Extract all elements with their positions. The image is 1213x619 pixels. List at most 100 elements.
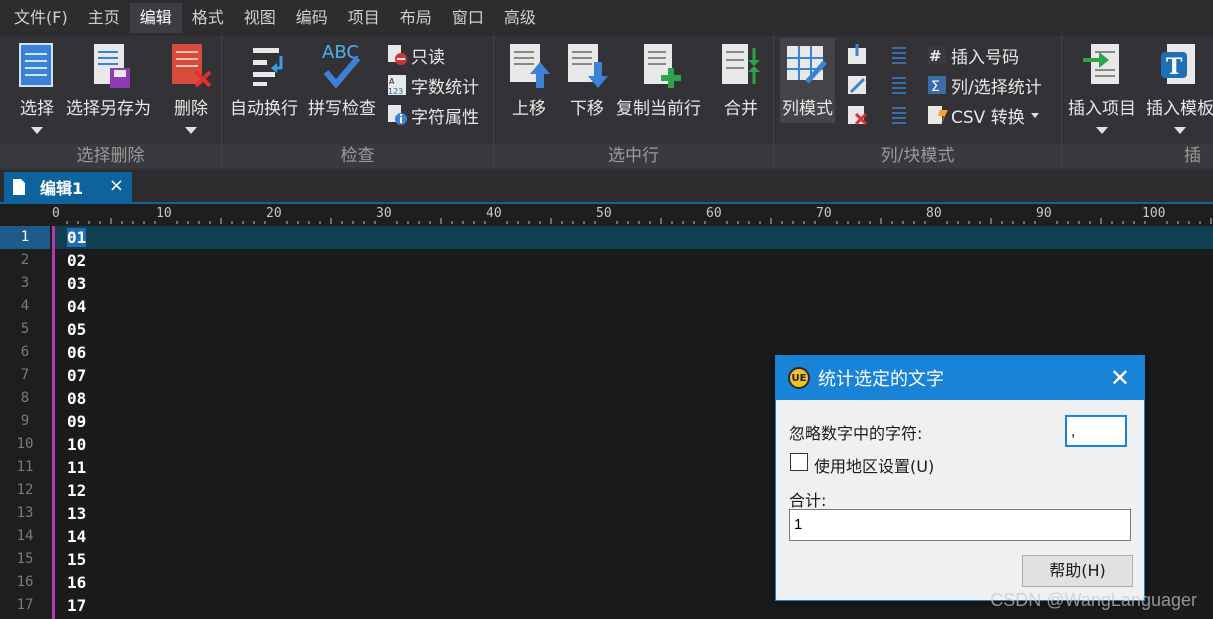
select-icon [14, 42, 60, 90]
line-number: 4 [20, 298, 30, 314]
spell-check-button[interactable]: ABC 拼写检查 [308, 42, 376, 119]
move-up-icon [506, 42, 552, 90]
menu-layout[interactable]: 布局 [390, 3, 442, 33]
group-label-check: 检查 [222, 144, 493, 168]
ignore-chars-input[interactable]: , [1065, 415, 1127, 447]
total-label: 合计: [789, 491, 827, 510]
line-number: 12 [16, 482, 34, 498]
line-number: 15 [16, 551, 34, 567]
line-number: 17 [16, 597, 34, 613]
select-dropdown-arrow[interactable] [31, 127, 43, 134]
line-text: 12 [67, 481, 87, 500]
insert-number-button[interactable]: # 插入号码 [926, 42, 1019, 68]
ribbon: 选择 选择另存为 删除 选择删除 自动换行 ABC 拼写检查 只读 A 123 … [0, 36, 1213, 170]
ribbon-group-check: 自动换行 ABC 拼写检查 只读 A 123 字数统计 字符属性 检查 [222, 36, 494, 170]
insert-item-button[interactable]: 插入项目 [1068, 42, 1136, 134]
code-line: 05 [55, 318, 1213, 341]
csv-convert-button[interactable]: CSV 转换 [926, 102, 1039, 128]
line-text: 16 [67, 573, 87, 592]
insert-template-button[interactable]: T 插入模板 [1146, 42, 1213, 134]
select-save-as-button[interactable]: 选择另存为 [66, 42, 151, 119]
column-stats-button[interactable]: Σ 列/选择统计 [926, 72, 1042, 98]
column-cut-icon-button[interactable] [888, 102, 913, 128]
merge-button[interactable]: 合并 [718, 42, 764, 119]
line-text: 03 [67, 274, 87, 293]
column-insert-icon-button[interactable] [846, 42, 871, 68]
line-number: 6 [20, 344, 30, 360]
menu-encoding[interactable]: 编码 [286, 3, 338, 33]
menu-window[interactable]: 窗口 [442, 3, 494, 33]
move-down-button[interactable]: 下移 [564, 42, 610, 119]
svg-text:T: T [1166, 54, 1183, 80]
auto-wrap-button[interactable]: 自动换行 [230, 42, 298, 119]
line-text: 15 [67, 550, 87, 569]
help-button[interactable]: 帮助(H) [1022, 555, 1133, 587]
insert-item-dropdown-arrow[interactable] [1096, 127, 1108, 134]
column-insert-icon [846, 44, 868, 66]
select-button[interactable]: 选择 [14, 42, 60, 134]
move-down-icon [564, 42, 610, 90]
column-delete-icon-button[interactable] [846, 102, 871, 128]
move-up-button[interactable]: 上移 [506, 42, 552, 119]
char-props-button[interactable]: 字符属性 [386, 102, 479, 128]
group-label-insert: 插入 [1062, 144, 1213, 168]
code-line: 04 [55, 295, 1213, 318]
menu-edit[interactable]: 编辑 [129, 3, 182, 33]
ruler-label: 80 [926, 206, 942, 221]
column-fill-icon-button[interactable] [846, 72, 871, 98]
line-number: 9 [20, 413, 30, 429]
svg-text:#: # [929, 47, 942, 65]
menu-home[interactable]: 主页 [78, 3, 130, 33]
column-align-icon-button[interactable] [888, 42, 913, 68]
spell-check-icon: ABC [312, 42, 372, 90]
delete-icon [168, 42, 214, 90]
line-number-gutter: 1 2 3 4 5 6 7 8 9 10 11 12 13 14 15 16 17 [0, 226, 50, 619]
close-icon[interactable]: ✕ [1110, 364, 1130, 392]
line-text: 10 [67, 435, 87, 454]
ruler-label: 0 [52, 206, 60, 221]
close-tab-icon[interactable]: × [109, 175, 124, 196]
menu-bar: 文件(F) 主页 编辑 格式 视图 编码 项目 布局 窗口 高级 [0, 0, 1213, 36]
use-locale-checkbox[interactable] [790, 453, 808, 471]
line-number: 7 [20, 367, 30, 383]
delete-dropdown-arrow[interactable] [185, 127, 197, 134]
group-label-column-block: 列/块模式 [774, 144, 1061, 168]
ribbon-group-select-delete: 选择 选择另存为 删除 选择删除 [0, 36, 222, 170]
menu-format[interactable]: 格式 [182, 3, 234, 33]
ruler-label: 20 [266, 206, 282, 221]
column-sort-icon-button[interactable] [888, 72, 913, 98]
line-number: 13 [16, 505, 34, 521]
column-mode-button[interactable]: 列模式 [780, 38, 835, 123]
menu-file[interactable]: 文件(F) [4, 3, 78, 33]
word-count-button[interactable]: A 123 字数统计 [386, 72, 479, 98]
delete-button[interactable]: 删除 [168, 42, 214, 134]
insert-template-dropdown-arrow[interactable] [1174, 127, 1186, 134]
ruler: 0 10 20 30 40 50 60 70 80 90 100 [52, 206, 1213, 226]
line-text: 09 [67, 412, 87, 431]
insert-item-icon [1079, 42, 1125, 90]
csv-dropdown-arrow[interactable] [1030, 112, 1039, 118]
dialog-title-bar: UE 统计选定的文字 ✕ [776, 356, 1144, 400]
csv-convert-icon [926, 104, 948, 126]
insert-template-icon: T [1157, 42, 1203, 90]
duplicate-line-button[interactable]: 复制当前行 [616, 42, 701, 119]
save-selection-icon [86, 42, 132, 90]
total-field[interactable]: 1 [789, 509, 1131, 541]
document-tab[interactable]: 编辑1 × [4, 172, 132, 202]
insert-number-icon: # [926, 44, 948, 66]
ruler-label: 60 [706, 206, 722, 221]
line-text: 08 [67, 389, 87, 408]
ribbon-group-insert: 插入项目 T 插入模板 插入 [1062, 36, 1213, 170]
code-line: 03 [55, 272, 1213, 295]
column-cut-icon [888, 104, 910, 126]
sum-stats-icon: Σ [926, 74, 948, 96]
line-number: 1 [0, 226, 50, 249]
menu-advanced[interactable]: 高级 [494, 3, 546, 33]
line-text: 02 [67, 251, 87, 270]
menu-view[interactable]: 视图 [234, 3, 286, 33]
ruler-label: 70 [816, 206, 832, 221]
document-icon [13, 179, 25, 195]
menu-project[interactable]: 项目 [338, 3, 390, 33]
line-number: 11 [16, 459, 34, 475]
read-only-button[interactable]: 只读 [386, 42, 445, 68]
